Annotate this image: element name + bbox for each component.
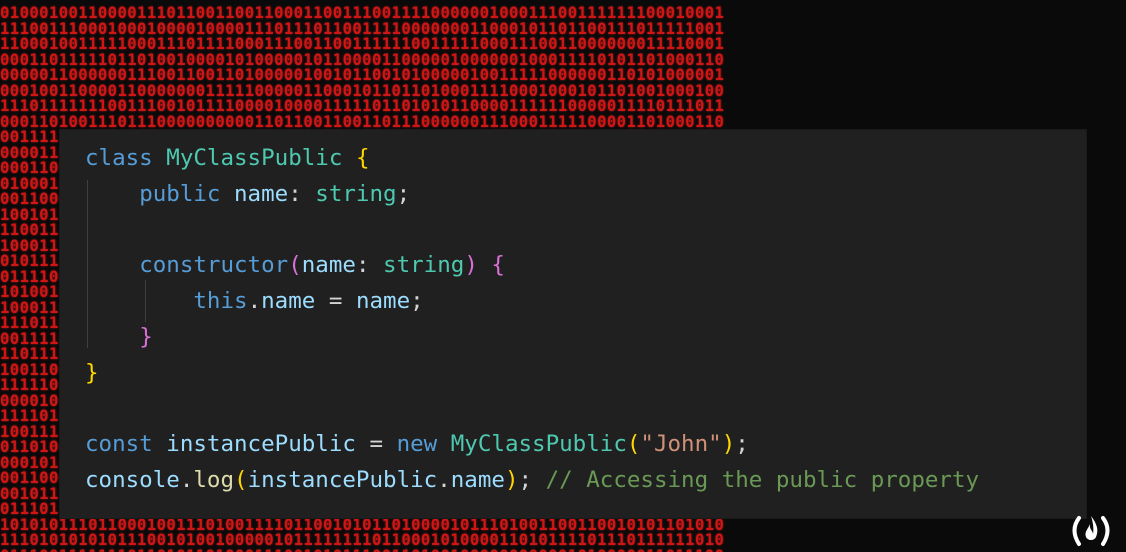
code-line: console.log(instancePublic.name); // Acc… bbox=[85, 465, 979, 495]
code-token: ) bbox=[721, 431, 736, 457]
code-token: ; bbox=[396, 181, 411, 207]
code-token: instancePublic bbox=[166, 431, 356, 457]
code-token: // Accessing the public property bbox=[545, 467, 980, 493]
code-editor-panel: class MyClassPublic { public name: strin… bbox=[60, 130, 1086, 518]
code-token: { bbox=[491, 252, 505, 278]
code-token: : bbox=[355, 252, 384, 278]
code-token: name bbox=[301, 252, 356, 278]
code-token: . bbox=[179, 467, 194, 493]
code-token: this bbox=[193, 288, 248, 314]
code-token: MyClassPublic bbox=[450, 431, 627, 457]
code-token: MyClassPublic bbox=[166, 145, 343, 171]
code-token: new bbox=[396, 431, 438, 457]
code-token: console bbox=[85, 467, 180, 493]
code-line: } bbox=[85, 322, 153, 352]
code-token: string bbox=[315, 181, 397, 207]
code-token: { bbox=[355, 145, 370, 171]
code-token: const bbox=[85, 431, 153, 457]
code-token: ) bbox=[464, 252, 478, 278]
code-token: = bbox=[355, 431, 397, 457]
code-token: } bbox=[139, 324, 153, 350]
code-token: : bbox=[288, 181, 316, 207]
code-token: constructor bbox=[139, 252, 289, 278]
code-line: constructor(name: string) { bbox=[85, 250, 505, 280]
code-token: string bbox=[383, 252, 465, 278]
code-line: class MyClassPublic { bbox=[85, 143, 369, 173]
code-token: log bbox=[193, 467, 235, 493]
code-line: public name: string; bbox=[85, 179, 410, 209]
code-token: = bbox=[315, 288, 356, 314]
code-token: name bbox=[261, 288, 316, 314]
code-token: name bbox=[234, 181, 289, 207]
code-token: ; bbox=[518, 467, 546, 493]
code-token: } bbox=[85, 360, 99, 386]
code-token: public bbox=[139, 181, 221, 207]
code-line: this.name = name; bbox=[85, 286, 424, 316]
code-token: ; bbox=[410, 288, 424, 314]
code-line: } bbox=[85, 358, 99, 388]
screen: 0100010011000011101100110011000110011100… bbox=[0, 0, 1126, 552]
code-token: ( bbox=[234, 467, 248, 493]
code-token: . bbox=[247, 288, 262, 314]
code-token: instancePublic bbox=[247, 467, 438, 493]
code-line: const instancePublic = new MyClassPublic… bbox=[85, 429, 749, 459]
code-token: . bbox=[437, 467, 451, 493]
code-token: name bbox=[450, 467, 505, 493]
code-token: name bbox=[355, 288, 411, 314]
code-token: ) bbox=[504, 467, 519, 493]
code-token: ; bbox=[735, 431, 749, 457]
code-token: class bbox=[85, 145, 153, 171]
code-token: "John" bbox=[640, 431, 722, 457]
code-token: ( bbox=[288, 252, 302, 278]
freecodecamp-flame-logo-icon bbox=[1072, 516, 1110, 546]
code-token: ( bbox=[626, 431, 641, 457]
